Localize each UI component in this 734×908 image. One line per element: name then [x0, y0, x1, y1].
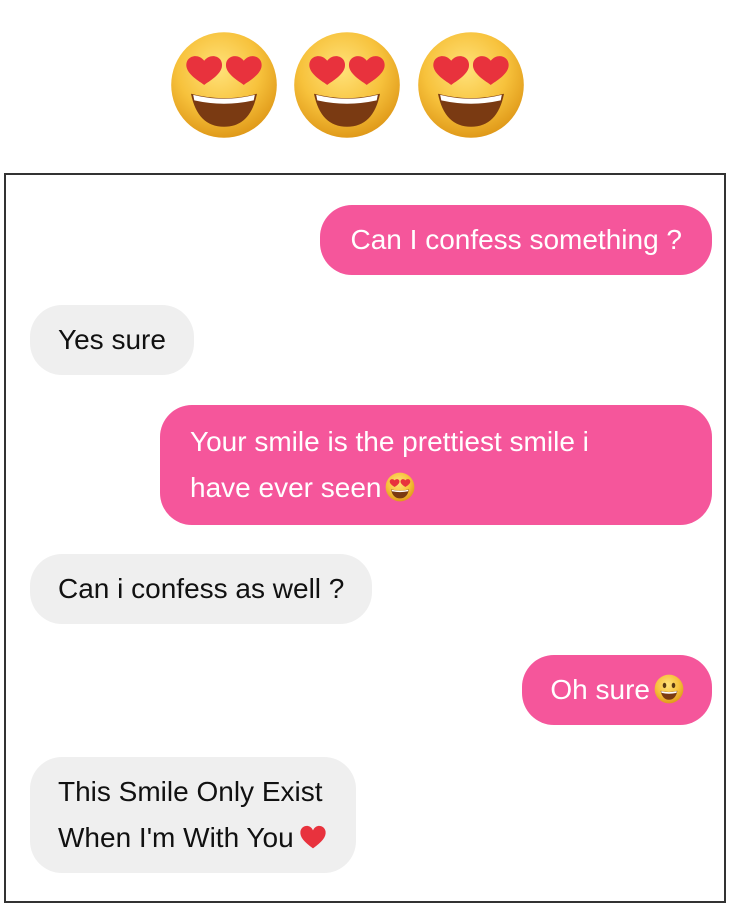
message-text: Yes sure: [58, 324, 166, 355]
message-text: have ever seen: [190, 472, 382, 503]
heart-eyes-icon: [292, 30, 402, 140]
message-text: Can i confess as well ?: [58, 573, 345, 604]
message-text: Oh sure: [550, 674, 650, 705]
message-bubble-outgoing: Your smile is the prettiest smile i have…: [160, 405, 712, 525]
message-bubble-outgoing: Oh sure: [522, 655, 712, 725]
message-bubble-incoming: This Smile Only Exist When I'm With You: [30, 757, 356, 873]
emoji-header: [0, 0, 734, 172]
message-text: This Smile Only Exist: [58, 776, 323, 807]
message-bubble-outgoing: Can I confess something ?: [320, 205, 712, 275]
message-text: Your smile is the prettiest smile i: [190, 426, 589, 457]
message-bubble-incoming: Can i confess as well ?: [30, 554, 373, 624]
message-bubble-incoming: Yes sure: [30, 305, 194, 375]
grinning-icon: [654, 674, 684, 704]
message-text: Can I confess something ?: [350, 224, 682, 255]
message-text: When I'm With You: [58, 822, 294, 853]
heart-eyes-icon: [385, 472, 415, 502]
chat-conversation: Can I confess something ? Yes sure Your …: [4, 173, 726, 903]
heart-eyes-icon: [169, 30, 279, 140]
heart-eyes-icon: [416, 30, 526, 140]
red-heart-icon: [298, 822, 328, 852]
